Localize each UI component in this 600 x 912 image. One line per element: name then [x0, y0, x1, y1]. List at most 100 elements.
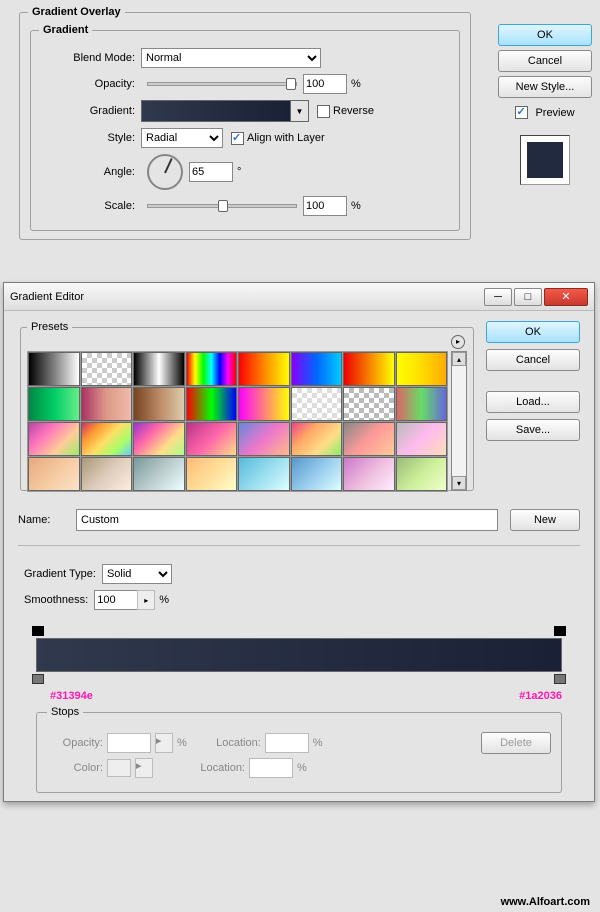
preview-swatch-box: [520, 135, 570, 185]
stops-opacity-pct: %: [177, 737, 187, 749]
stops-opacity-input[interactable]: [107, 733, 151, 753]
preset-swatch[interactable]: [133, 352, 185, 386]
preset-swatch[interactable]: [396, 457, 448, 491]
presets-flyout-icon[interactable]: ▸: [451, 335, 465, 349]
preset-swatch[interactable]: [28, 422, 80, 456]
align-checkbox[interactable]: [231, 132, 244, 145]
stops-fieldset: Stops Opacity: ▸ % Location: % Delete Co…: [36, 706, 562, 793]
scroll-down-icon[interactable]: ▾: [452, 476, 466, 490]
style-select[interactable]: Radial: [141, 128, 223, 148]
preset-swatch[interactable]: [133, 457, 185, 491]
preset-swatch[interactable]: [343, 352, 395, 386]
name-label: Name:: [18, 514, 76, 526]
preset-swatch[interactable]: [186, 387, 238, 421]
preset-swatch[interactable]: [238, 422, 290, 456]
preset-swatch[interactable]: [396, 387, 448, 421]
opacity-slider[interactable]: [147, 82, 297, 86]
ge-cancel-button[interactable]: Cancel: [486, 349, 580, 371]
gradient-editor-window: Gradient Editor ─ □ ✕ Presets ▸ ▴: [3, 282, 595, 802]
new-style-button[interactable]: New Style...: [498, 76, 592, 98]
gradient-picker[interactable]: [141, 100, 291, 122]
scroll-up-icon[interactable]: ▴: [452, 352, 466, 366]
preset-swatch[interactable]: [186, 457, 238, 491]
presets-scrollbar[interactable]: ▴ ▾: [451, 351, 467, 491]
preset-swatch[interactable]: [291, 352, 343, 386]
ge-load-button[interactable]: Load...: [486, 391, 580, 413]
stops-location1-label: Location:: [191, 737, 261, 749]
close-button[interactable]: ✕: [544, 288, 588, 306]
preset-swatch[interactable]: [81, 457, 133, 491]
gradient-overlay-fieldset: Gradient Overlay Gradient Blend Mode: No…: [19, 6, 471, 240]
preset-grid[interactable]: [27, 351, 448, 492]
preset-swatch[interactable]: [291, 387, 343, 421]
preset-swatch[interactable]: [238, 352, 290, 386]
gradient-strip[interactable]: [36, 638, 562, 672]
preview-swatch: [527, 142, 563, 178]
stops-location2-input[interactable]: [249, 758, 293, 778]
preset-swatch[interactable]: [186, 422, 238, 456]
scale-slider[interactable]: [147, 204, 297, 208]
preset-swatch[interactable]: [238, 457, 290, 491]
preset-swatch[interactable]: [238, 387, 290, 421]
footer-credit: www.Alfoart.com: [501, 896, 590, 908]
gradient-overlay-title: Gradient Overlay: [28, 6, 125, 18]
smoothness-input[interactable]: [94, 590, 138, 610]
preset-swatch[interactable]: [186, 352, 238, 386]
gradient-inner-title: Gradient: [39, 24, 92, 36]
presets-fieldset: Presets ▸ ▴ ▾: [20, 321, 474, 491]
maximize-button[interactable]: □: [514, 288, 542, 306]
window-title: Gradient Editor: [10, 291, 484, 303]
preset-swatch[interactable]: [81, 422, 133, 456]
presets-title: Presets: [27, 321, 72, 333]
ge-ok-button[interactable]: OK: [486, 321, 580, 343]
preview-checkbox[interactable]: [515, 106, 528, 119]
angle-knob[interactable]: [147, 154, 183, 190]
smoothness-arrow-icon[interactable]: ▸: [137, 590, 155, 610]
name-input[interactable]: [76, 509, 498, 531]
cancel-button[interactable]: Cancel: [498, 50, 592, 72]
angle-input[interactable]: [189, 162, 233, 182]
preset-swatch[interactable]: [28, 387, 80, 421]
preset-swatch[interactable]: [133, 387, 185, 421]
preset-swatch[interactable]: [343, 387, 395, 421]
stops-location1-input[interactable]: [265, 733, 309, 753]
gradient-type-label: Gradient Type:: [24, 568, 96, 580]
preset-swatch[interactable]: [291, 457, 343, 491]
gradient-type-select[interactable]: Solid: [102, 564, 172, 584]
scale-input[interactable]: [303, 196, 347, 216]
reverse-checkbox[interactable]: [317, 105, 330, 118]
preset-swatch[interactable]: [343, 422, 395, 456]
style-label: Style:: [39, 132, 135, 144]
ge-save-button[interactable]: Save...: [486, 419, 580, 441]
titlebar[interactable]: Gradient Editor ─ □ ✕: [4, 283, 594, 311]
gradient-label: Gradient:: [39, 105, 135, 117]
color-stop-right[interactable]: [554, 674, 566, 686]
preset-swatch[interactable]: [81, 352, 133, 386]
color-stop-left[interactable]: [32, 674, 44, 686]
stops-color-label: Color:: [47, 762, 103, 774]
preset-swatch[interactable]: [28, 352, 80, 386]
blend-mode-select[interactable]: Normal: [141, 48, 321, 68]
stops-color-arrow[interactable]: ▸: [135, 758, 153, 778]
preset-swatch[interactable]: [133, 422, 185, 456]
stops-opacity-arrow[interactable]: ▸: [155, 733, 173, 753]
preset-swatch[interactable]: [396, 422, 448, 456]
preset-swatch[interactable]: [81, 387, 133, 421]
gradient-picker-arrow[interactable]: [291, 100, 309, 122]
ge-new-button[interactable]: New: [510, 509, 580, 531]
preset-swatch[interactable]: [291, 422, 343, 456]
preset-swatch[interactable]: [343, 457, 395, 491]
stops-color-swatch[interactable]: [107, 759, 131, 777]
ok-button[interactable]: OK: [498, 24, 592, 46]
stops-delete-button[interactable]: Delete: [481, 732, 551, 754]
stops-location1-pct: %: [313, 737, 323, 749]
opacity-stop-right[interactable]: [554, 626, 566, 638]
minimize-button[interactable]: ─: [484, 288, 512, 306]
angle-label: Angle:: [39, 166, 135, 178]
smoothness-label: Smoothness:: [24, 594, 88, 606]
opacity-input[interactable]: [303, 74, 347, 94]
preset-swatch[interactable]: [396, 352, 448, 386]
align-label: Align with Layer: [247, 132, 325, 144]
preset-swatch[interactable]: [28, 457, 80, 491]
opacity-stop-left[interactable]: [32, 626, 44, 638]
